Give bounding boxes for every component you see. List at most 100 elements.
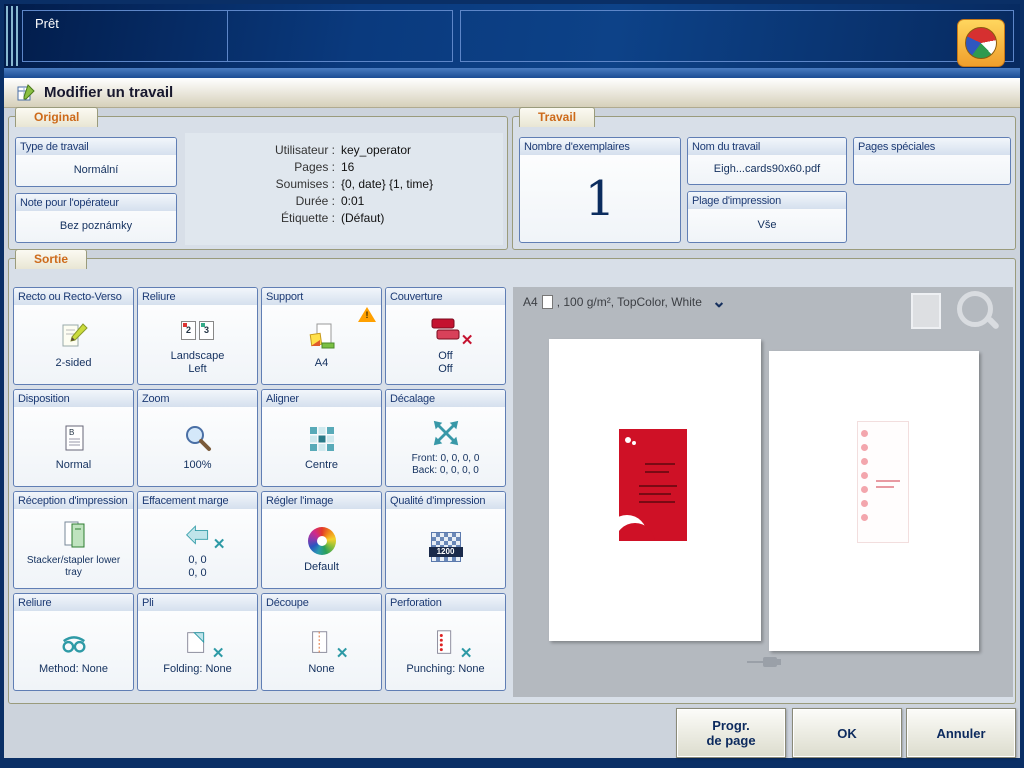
info-value: 16 [341, 160, 503, 174]
setting-duplex[interactable]: Recto ou Recto-Verso 2-sided [13, 287, 134, 385]
setting-value: Folding: None [163, 663, 232, 676]
paper-icon [542, 295, 553, 309]
operator-note-label: Note pour l'opérateur [16, 194, 176, 211]
preview-zoom-icon[interactable] [953, 287, 1001, 335]
business-card-front [619, 429, 687, 541]
setting-binding-method[interactable]: Reliure Method: None [13, 593, 134, 691]
job-info-panel: Utilisateur : key_operator Pages : 16 So… [185, 133, 503, 245]
info-label: Étiquette : [185, 211, 335, 225]
setting-punching[interactable]: Perforation ✕ Punching: None [385, 593, 506, 691]
chevron-down-icon[interactable]: ⌄ [712, 297, 726, 307]
status-bar: Prêt [4, 4, 1020, 68]
binding-orientation-icon: 2 3 [181, 313, 214, 347]
setting-media[interactable]: Support ! A4 [261, 287, 382, 385]
setting-value: Stacker/stapler lower tray [27, 555, 120, 579]
setting-folding[interactable]: Pli ✕ Folding: None [137, 593, 258, 691]
special-pages-field[interactable]: Pages spéciales [853, 137, 1011, 185]
media-detail: , 100 g/m², TopColor, White [557, 295, 702, 309]
setting-value: None [308, 663, 334, 676]
setting-label: Recto ou Recto-Verso [14, 288, 133, 305]
setting-label: Aligner [262, 390, 381, 407]
punch-icon: ✕ [431, 626, 461, 660]
connector-icon[interactable] [745, 655, 785, 669]
page-programming-button[interactable]: Progr. de page [676, 708, 786, 758]
print-range-field[interactable]: Plage d'impression Vše [687, 191, 847, 243]
setting-label: Reliure [138, 288, 257, 305]
operator-note-value: Bez poznámky [60, 220, 132, 233]
setting-label: Couverture [386, 288, 505, 305]
setting-label: Pli [138, 594, 257, 611]
trim-icon: ✕ [307, 626, 337, 660]
edit-job-icon [16, 83, 36, 103]
job-name-field[interactable]: Nom du travail Eigh...cards90x60.pdf [687, 137, 847, 185]
setting-label: Décalage [386, 390, 505, 407]
setting-layout[interactable]: Disposition B Normal [13, 389, 134, 487]
none-x-icon: ✕ [212, 644, 225, 662]
align-icon [307, 422, 337, 456]
stacker-icon [58, 518, 90, 552]
status-panel-right [460, 10, 1014, 62]
setting-zoom[interactable]: Zoom 100% [137, 389, 258, 487]
main-area: Original Type de travail Normální Note p… [4, 108, 1020, 758]
setting-trimming[interactable]: Découpe ✕ None [261, 593, 382, 691]
folding-icon: ✕ [183, 626, 213, 660]
job-name-label: Nom du travail [688, 138, 846, 155]
home-menu-button[interactable] [957, 19, 1005, 67]
info-value: (Défaut) [341, 211, 503, 225]
screen: Prêt Modifier un travail Original Type d… [0, 0, 1024, 768]
setting-print-quality[interactable]: Qualité d'impression 1200 [385, 491, 506, 589]
setting-output-tray[interactable]: Réception d'impression Stacker/stapler l… [13, 491, 134, 589]
copies-value: 1 [585, 175, 616, 223]
info-value: 0:01 [341, 194, 503, 208]
media-icon [306, 320, 338, 354]
job-type-combo[interactable]: Type de travail Normální [15, 137, 177, 187]
shift-arrows-icon [431, 416, 461, 450]
operator-note-combo[interactable]: Note pour l'opérateur Bez poznámky [15, 193, 177, 243]
setting-label: Effacement marge [138, 492, 257, 509]
tab-original[interactable]: Original [15, 107, 98, 127]
decorative-stripes [6, 6, 20, 66]
setting-value: 0, 0 0, 0 [188, 554, 206, 580]
cancel-button[interactable]: Annuler [906, 708, 1016, 758]
info-label: Soumises : [185, 177, 335, 191]
info-value: key_operator [341, 143, 503, 157]
setting-value: Off Off [438, 350, 452, 376]
tab-sortie[interactable]: Sortie [15, 249, 87, 269]
setting-value: Landscape Left [171, 350, 225, 376]
setting-margin-erase[interactable]: Effacement marge ✕ 0, 0 0, 0 [137, 491, 258, 589]
none-x-icon: ✕ [213, 535, 226, 553]
ok-button[interactable]: OK [792, 708, 902, 758]
copies-field[interactable]: Nombre d'exemplaires 1 [519, 137, 681, 243]
job-type-value: Normální [74, 164, 119, 177]
setting-value: Front: 0, 0, 0, 0 Back: 0, 0, 0, 0 [412, 453, 480, 477]
color-wheel-icon [308, 524, 336, 558]
page-outline-icon[interactable] [911, 293, 941, 329]
setting-covers[interactable]: Couverture ✕ Off Off [385, 287, 506, 385]
setting-label: Disposition [14, 390, 133, 407]
job-type-label: Type de travail [16, 138, 176, 155]
group-sortie: Sortie Recto ou Recto-Verso 2-sided [8, 258, 1016, 704]
info-label: Pages : [185, 160, 335, 174]
media-summary[interactable]: A4 , 100 g/m², TopColor, White ⌄ [523, 295, 726, 309]
group-original: Original Type de travail Normální Note p… [8, 116, 508, 250]
setting-label: Support [262, 288, 381, 305]
setting-image-adjust[interactable]: Régler l'image Default [261, 491, 382, 589]
layout-icon: B [58, 422, 90, 456]
setting-binding-orientation[interactable]: Reliure 2 3 Landscape Left [137, 287, 258, 385]
setting-shift[interactable]: Décalage Front: 0, 0, 0, 0 Back: 0, 0, 0… [385, 389, 506, 487]
setting-value: 100% [183, 459, 211, 472]
status-text: Prêt [23, 11, 227, 31]
setting-value: 2-sided [55, 357, 91, 370]
margin-erase-icon: ✕ [182, 517, 214, 551]
special-pages-label: Pages spéciales [854, 138, 1010, 155]
info-label: Utilisateur : [185, 143, 335, 157]
tab-travail[interactable]: Travail [519, 107, 595, 127]
copies-label: Nombre d'exemplaires [520, 138, 680, 155]
group-travail: Travail Nombre d'exemplaires 1 Nom du tr… [512, 116, 1016, 250]
none-x-icon: ✕ [336, 644, 349, 662]
preview-page-2 [769, 351, 979, 651]
setting-align[interactable]: Aligner Centre [261, 389, 382, 487]
status-panel-middle [227, 10, 453, 62]
dpi-badge: 1200 [429, 547, 463, 557]
none-x-icon: ✕ [460, 644, 473, 662]
